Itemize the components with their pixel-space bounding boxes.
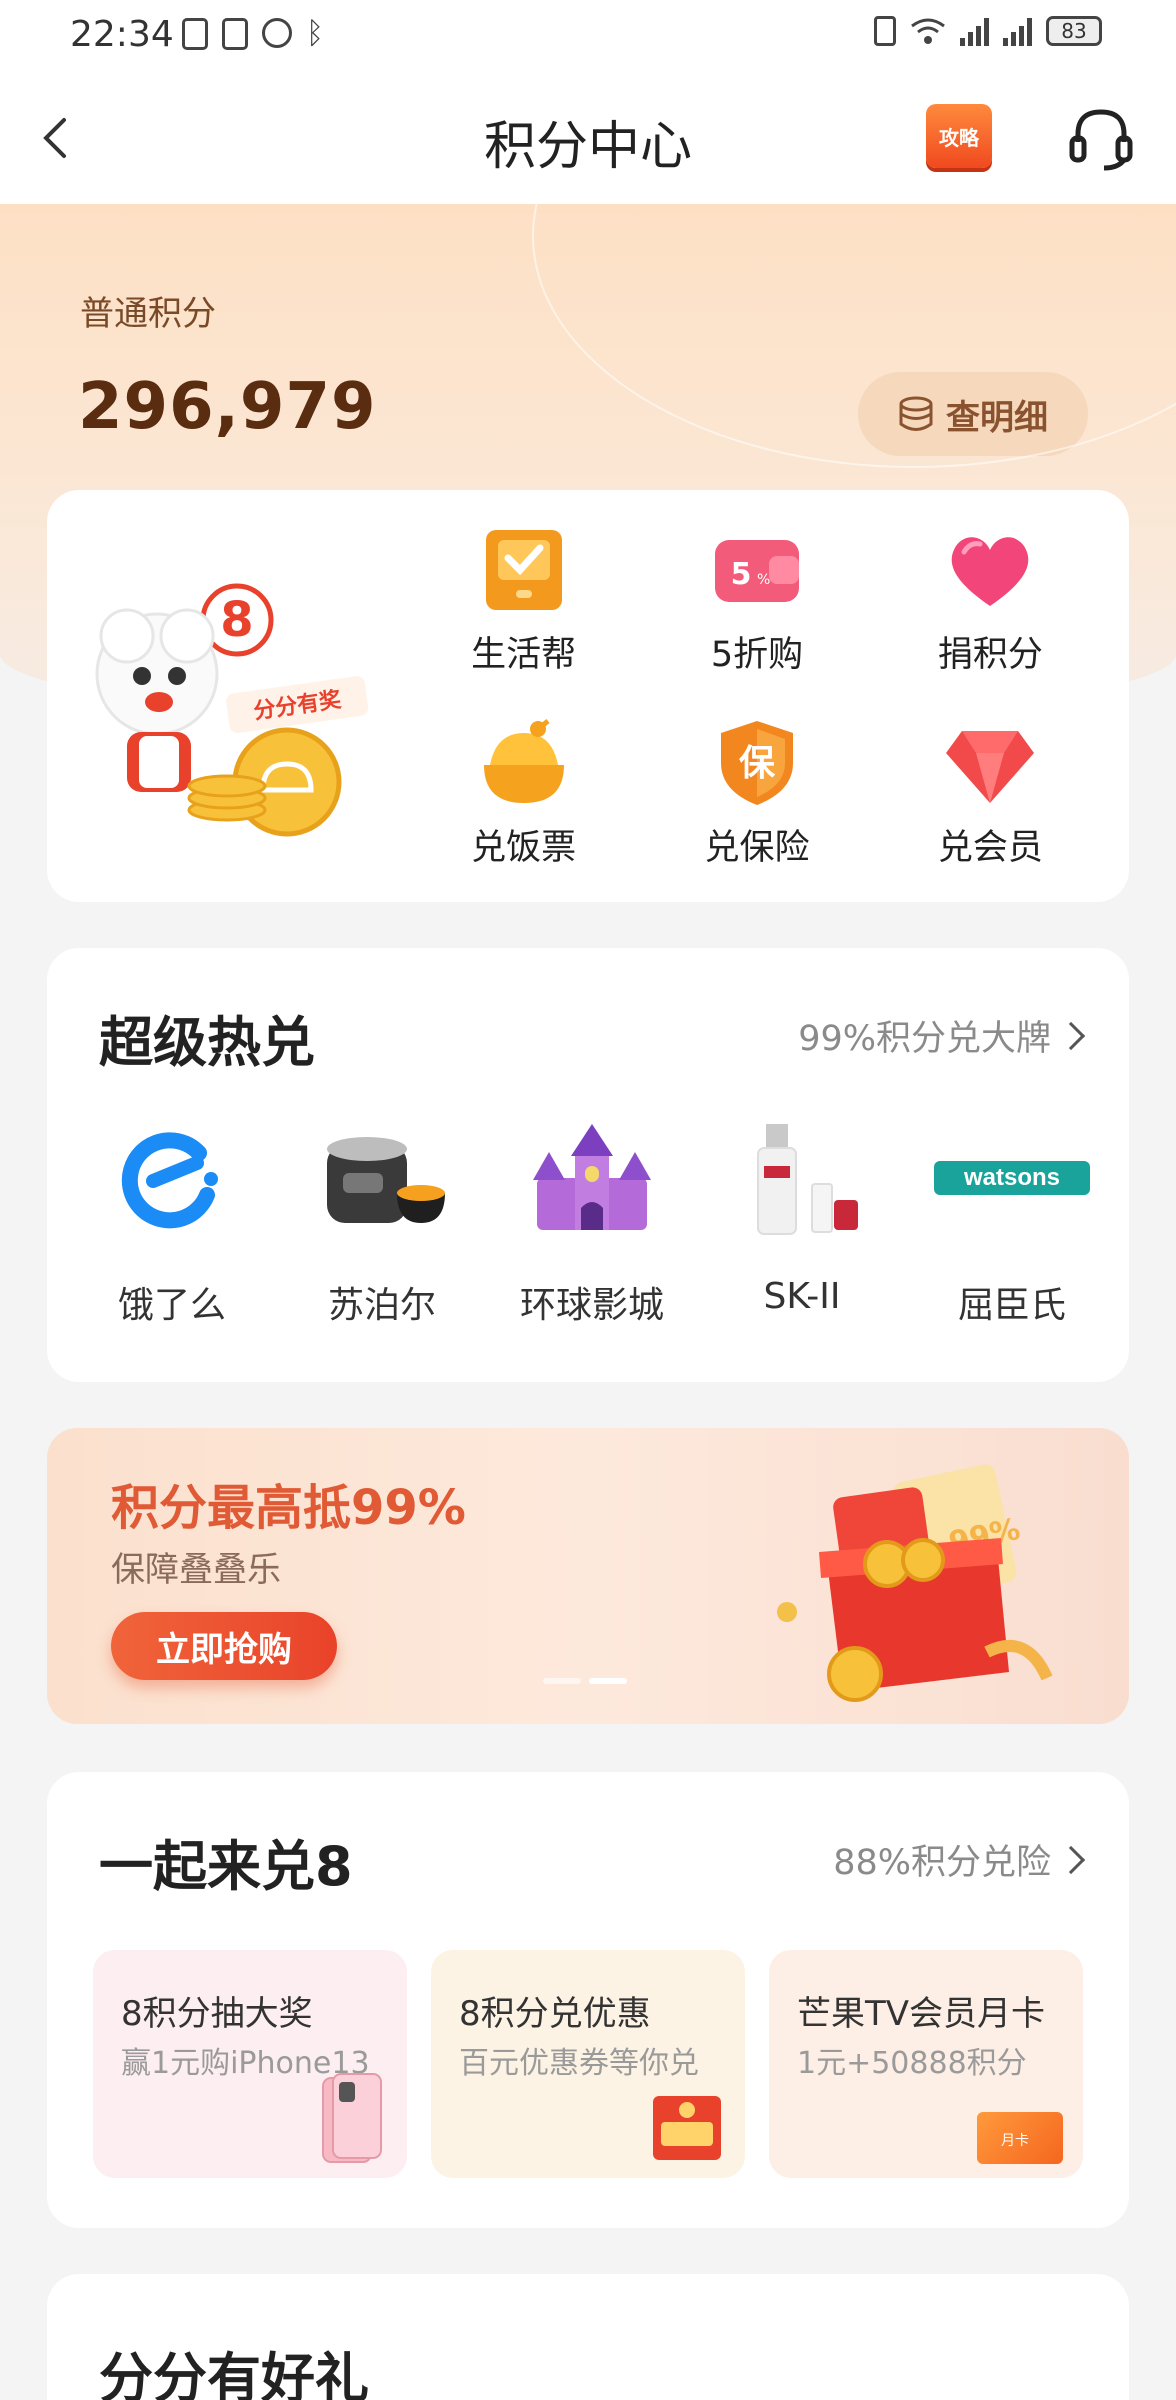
quick-menu-item-membership[interactable]: 兑会员 bbox=[874, 715, 1107, 870]
tile-subtitle: 1元+50888积分 bbox=[797, 2046, 1027, 2081]
eleme-logo bbox=[121, 1132, 218, 1229]
watsons-logo-text: watsons bbox=[963, 1164, 1061, 1191]
discount-wallet-icon: 5 % bbox=[714, 540, 799, 602]
brand-item-sk2[interactable]: SK-II bbox=[697, 1108, 907, 1328]
tile-title: 芒果TV会员月卡 bbox=[797, 1994, 1046, 2034]
tile-coupon[interactable]: 8积分兑优惠 百元优惠券等你兑 bbox=[431, 1950, 745, 2178]
points-detail-button[interactable]: 查明细 bbox=[858, 372, 1088, 456]
iphone-image bbox=[322, 2073, 382, 2163]
page-title: 积分中心 bbox=[483, 117, 692, 177]
gifts-title: 分分有好礼 bbox=[99, 2347, 369, 2400]
brand-name: 苏泊尔 bbox=[327, 1285, 436, 1326]
carousel-dot-active[interactable] bbox=[589, 1678, 627, 1684]
status-icons-left: ᛒ bbox=[182, 18, 324, 50]
exchange8-card: 一起来兑8 88%积分兑险 8积分抽大奖 赢1元购iPhone13 8积分兑优惠… bbox=[47, 1772, 1129, 2228]
exchange8-title: 一起来兑8 bbox=[99, 1835, 353, 1898]
quick-menu-item-meal-ticket[interactable]: 兑饭票 bbox=[407, 715, 640, 870]
hot-exchange-card: 超级热兑 99%积分兑大牌 饿了么 苏泊尔 环球影城 SK-II watsons… bbox=[47, 948, 1129, 1382]
castle-image bbox=[533, 1124, 651, 1230]
coupon-card-image bbox=[653, 2096, 721, 2160]
signal-4g-icon bbox=[1003, 16, 1032, 46]
quick-menu-label: 兑饭票 bbox=[471, 828, 577, 868]
gift-box-illustration: 99% bbox=[777, 1464, 1053, 1702]
tile-mango-tv[interactable]: 芒果TV会员月卡 1元+50888积分 月卡 bbox=[769, 1950, 1083, 2178]
buy-now-label: 立即抢购 bbox=[156, 1629, 292, 1670]
brand-item-watsons[interactable]: watsons 屈臣氏 bbox=[907, 1108, 1117, 1328]
status-time: 22:34 bbox=[70, 14, 174, 55]
signal-5g-icon bbox=[960, 16, 989, 46]
hot-exchange-more-label: 99%积分兑大牌 bbox=[798, 1019, 1051, 1059]
svg-text:5: 5 bbox=[731, 557, 752, 592]
exchange8-more-label: 88%积分兑险 bbox=[833, 1843, 1051, 1883]
customer-service-icon[interactable] bbox=[1066, 104, 1136, 174]
status-bar: 22:34 ᛒ 83 bbox=[0, 0, 1176, 70]
mango-card-text: 月卡 bbox=[1001, 2133, 1029, 2149]
buy-now-button[interactable]: 立即抢购 bbox=[111, 1612, 337, 1680]
insurance-shield-icon: 保 bbox=[720, 721, 793, 805]
brand-name: 环球影城 bbox=[519, 1285, 664, 1326]
chevron-right-icon bbox=[1056, 1845, 1086, 1874]
brand-item-universal-studios[interactable]: 环球影城 bbox=[487, 1108, 697, 1328]
promo-banner[interactable]: 积分最高抵99% 保障叠叠乐 立即抢购 99% bbox=[47, 1428, 1129, 1724]
battery-indicator: 83 bbox=[1046, 16, 1102, 46]
coin-stack-icon bbox=[899, 396, 933, 431]
quick-menu-item-half-price[interactable]: 5 % 5折购 bbox=[640, 522, 873, 677]
hot-exchange-title: 超级热兑 bbox=[99, 1011, 315, 1074]
strategy-badge-label: 攻略 bbox=[939, 125, 979, 150]
wifi-icon bbox=[911, 18, 945, 44]
quick-menu-item-donate-points[interactable]: 捐积分 bbox=[874, 522, 1107, 677]
brand-name: SK-II bbox=[763, 1276, 841, 1317]
tile-lucky-draw[interactable]: 8积分抽大奖 赢1元购iPhone13 bbox=[93, 1950, 407, 2178]
exchange8-tiles: 8积分抽大奖 赢1元购iPhone13 8积分兑优惠 百元优惠券等你兑 芒果TV… bbox=[93, 1950, 1083, 2178]
status-icons-right: 83 bbox=[874, 16, 1102, 46]
quick-menu-item-insurance[interactable]: 保 兑保险 bbox=[640, 715, 873, 870]
hot-exchange-more-link[interactable]: 99%积分兑大牌 bbox=[798, 1010, 1086, 1061]
quick-menu-label: 兑会员 bbox=[937, 828, 1043, 868]
quick-menu-grid: 生活帮 5 % 5折购 捐积分 兑饭票 保 兑保险 兑会员 bbox=[407, 522, 1107, 870]
chevron-right-icon bbox=[1056, 1021, 1086, 1050]
rice-cooker-image bbox=[327, 1137, 445, 1223]
alarm-icon bbox=[262, 18, 292, 48]
vibrate-icon bbox=[874, 16, 896, 46]
heart-icon bbox=[952, 537, 1029, 606]
tile-title: 8积分兑优惠 bbox=[459, 1994, 651, 2034]
carousel-indicator bbox=[543, 1678, 627, 1684]
checkbox-icon bbox=[485, 530, 562, 610]
skincare-bottle-image bbox=[757, 1124, 858, 1235]
mango-tv-card-image: 月卡 bbox=[977, 2112, 1063, 2164]
notification-icon bbox=[182, 18, 208, 50]
watsons-logo: watsons bbox=[934, 1161, 1090, 1195]
exchange8-more-link[interactable]: 88%积分兑险 bbox=[833, 1834, 1086, 1885]
diamond-icon bbox=[946, 731, 1035, 803]
banner-title: 积分最高抵99% bbox=[111, 1480, 466, 1536]
svg-text:%: % bbox=[757, 572, 770, 588]
carousel-dot[interactable] bbox=[543, 1678, 581, 1684]
brand-name: 屈臣氏 bbox=[957, 1285, 1066, 1326]
brand-name: 饿了么 bbox=[117, 1285, 226, 1326]
rice-bowl-icon bbox=[483, 719, 564, 803]
banner-subtitle: 保障叠叠乐 bbox=[111, 1550, 281, 1590]
quick-menu-label: 兑保险 bbox=[704, 828, 810, 868]
insurance-glyph: 保 bbox=[739, 743, 776, 784]
top-bar: 22:34 ᛒ 83 积分中心 攻略 bbox=[0, 0, 1176, 204]
strategy-guide-button[interactable]: 攻略 bbox=[926, 104, 992, 168]
quick-menu-item-life-helper[interactable]: 生活帮 bbox=[407, 522, 640, 677]
nfc-icon bbox=[222, 18, 248, 50]
brand-item-eleme[interactable]: 饿了么 bbox=[67, 1108, 277, 1328]
points-label: 普通积分 bbox=[80, 294, 216, 334]
quick-menu-label: 5折购 bbox=[710, 635, 804, 675]
brand-list: 饿了么 苏泊尔 环球影城 SK-II watsons 屈臣氏 bbox=[67, 1108, 1117, 1328]
svg-text:8: 8 bbox=[220, 592, 253, 648]
mascot-illustration: 8 分分有奖 bbox=[95, 583, 369, 837]
gifts-card: 分分有好礼 bbox=[47, 2274, 1129, 2400]
tile-subtitle: 百元优惠券等你兑 bbox=[459, 2046, 699, 2081]
quick-menu-card: 8 分分有奖 生活帮 5 % 5折购 捐积分 兑饭票 保 兑保险 兑会员 bbox=[47, 490, 1129, 902]
bluetooth-icon: ᛒ bbox=[306, 16, 324, 51]
tile-title: 8积分抽大奖 bbox=[121, 1994, 313, 2034]
points-detail-label: 查明细 bbox=[946, 397, 1048, 438]
quick-menu-label: 生活帮 bbox=[471, 635, 577, 675]
quick-menu-label: 捐积分 bbox=[937, 635, 1043, 675]
points-balance: 296,979 bbox=[78, 370, 377, 444]
brand-item-supor[interactable]: 苏泊尔 bbox=[277, 1108, 487, 1328]
